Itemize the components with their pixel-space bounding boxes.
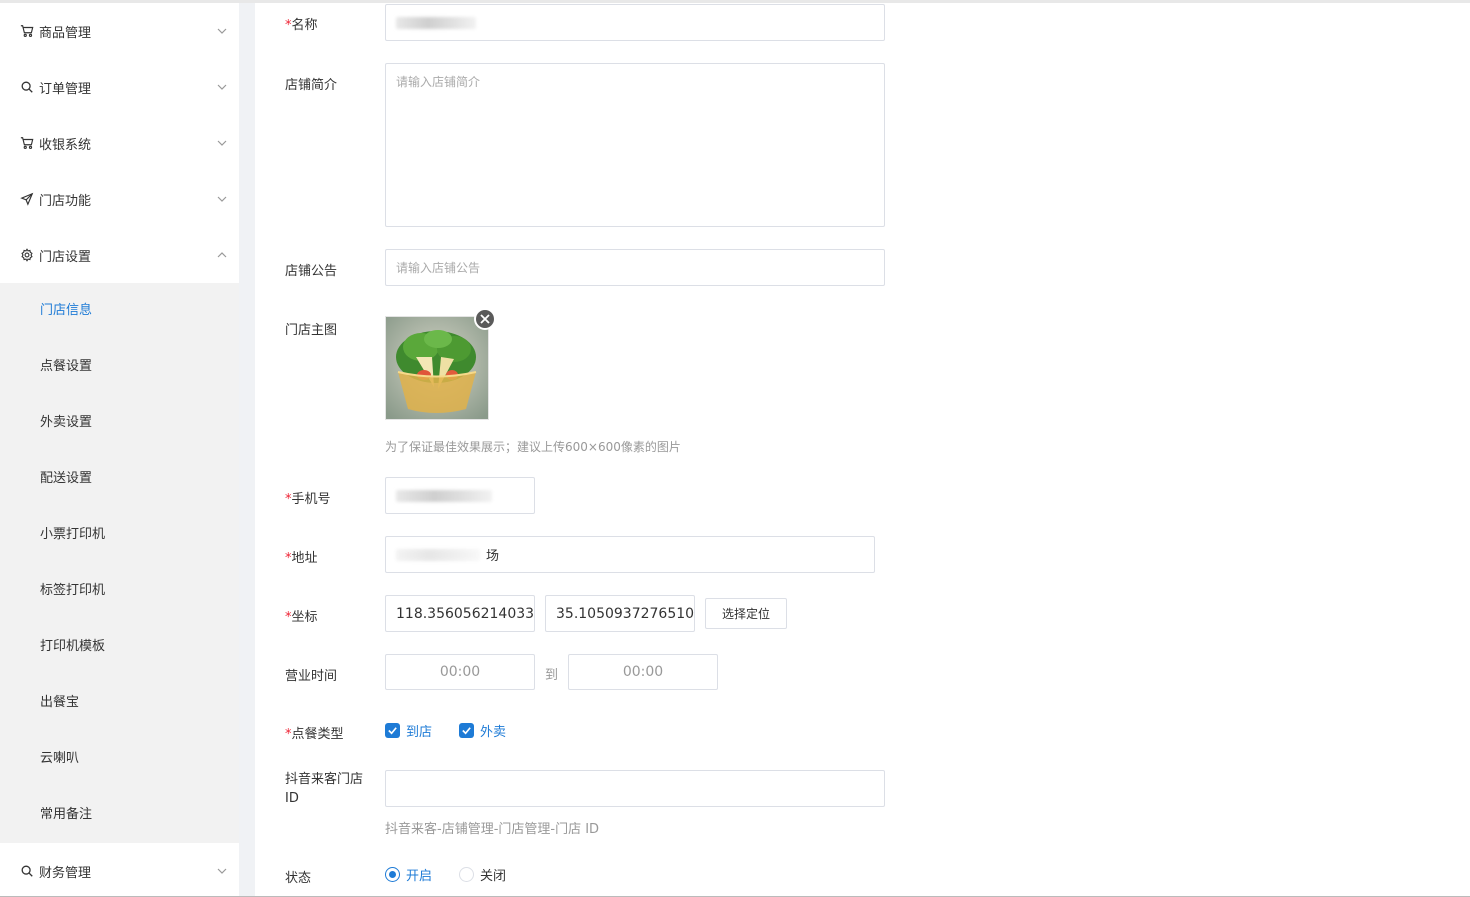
close-icon bbox=[480, 314, 490, 324]
end-time-input[interactable]: 00:00 bbox=[568, 654, 718, 690]
douyin-id-label: 抖音来客门店ID bbox=[285, 772, 364, 806]
store-main-image[interactable] bbox=[385, 316, 489, 420]
gear-icon bbox=[20, 248, 34, 262]
chevron-down-icon bbox=[217, 82, 227, 92]
name-input[interactable] bbox=[385, 4, 885, 41]
douyin-id-hint: 抖音来客-店铺管理-门店管理-门店 ID bbox=[385, 822, 600, 837]
store-settings-submenu: 门店信息 点餐设置 外卖设置 配送设置 小票打印机 标签打印机 打印机模板 出餐… bbox=[0, 283, 239, 843]
coords-label: *坐标 bbox=[285, 610, 318, 625]
menu-cashier[interactable]: 收银系统 bbox=[0, 115, 239, 171]
search-icon bbox=[20, 80, 34, 94]
chevron-up-icon bbox=[217, 250, 227, 260]
notice-label: 店铺公告 bbox=[285, 264, 338, 279]
blurred-value bbox=[396, 16, 476, 29]
submenu-order-settings[interactable]: 点餐设置 bbox=[0, 339, 239, 395]
image-size-hint: 为了保证最佳效果展示；建议上传600×600像素的图片 bbox=[385, 440, 681, 454]
phone-label: *手机号 bbox=[285, 492, 331, 507]
menu-store-functions-label: 门店功能 bbox=[39, 193, 92, 209]
latitude-input[interactable]: 35.1050937276510 bbox=[545, 595, 695, 632]
blurred-value bbox=[396, 548, 480, 561]
name-label: *名称 bbox=[285, 18, 318, 33]
menu-goods[interactable]: 商品管理 bbox=[0, 3, 239, 59]
menu-goods-label: 商品管理 bbox=[39, 25, 92, 41]
menu-store-settings-label: 门店设置 bbox=[39, 249, 92, 265]
longitude-input[interactable]: 118.356056214033 bbox=[385, 595, 535, 632]
checkmark-icon bbox=[459, 723, 474, 738]
order-type-label: *点餐类型 bbox=[285, 727, 344, 742]
submenu-common-notes[interactable]: 常用备注 bbox=[0, 787, 239, 843]
notice-input[interactable]: 请输入店铺公告 bbox=[385, 249, 885, 286]
checkmark-icon bbox=[385, 723, 400, 738]
cart-icon bbox=[20, 136, 34, 150]
douyin-id-input[interactable] bbox=[385, 770, 885, 807]
hours-label: 营业时间 bbox=[285, 669, 338, 684]
address-label: *地址 bbox=[285, 551, 318, 566]
submenu-receipt-printer[interactable]: 小票打印机 bbox=[0, 507, 239, 563]
chevron-down-icon bbox=[217, 866, 227, 876]
menu-store-functions[interactable]: 门店功能 bbox=[0, 171, 239, 227]
start-time-input[interactable]: 00:00 bbox=[385, 654, 535, 690]
remove-image-button[interactable] bbox=[474, 308, 496, 330]
main-image-label: 门店主图 bbox=[285, 323, 338, 338]
submenu-delivery-settings[interactable]: 配送设置 bbox=[0, 451, 239, 507]
submenu-store-info[interactable]: 门店信息 bbox=[0, 283, 239, 339]
store-info-form: *名称 店铺简介 请输入店铺简介 店铺公告 请输入店铺公告 门店主图 为了保证最… bbox=[255, 3, 1470, 897]
submenu-cloud-speaker[interactable]: 云喇叭 bbox=[0, 731, 239, 787]
submenu-takeout-settings[interactable]: 外卖设置 bbox=[0, 395, 239, 451]
address-input[interactable]: 场 bbox=[385, 536, 875, 573]
hours-separator: 到 bbox=[545, 668, 559, 683]
send-icon bbox=[20, 192, 34, 206]
menu-finance[interactable]: 财务管理 bbox=[0, 843, 239, 897]
address-value-tail: 场 bbox=[486, 549, 500, 564]
submenu-meal-ready[interactable]: 出餐宝 bbox=[0, 675, 239, 731]
sidebar: 商品管理 订单管理 收银系统 门店功能 门店设置 门店信息 点餐设置 外卖设置 … bbox=[0, 3, 239, 897]
menu-store-settings[interactable]: 门店设置 bbox=[0, 227, 239, 283]
select-location-button[interactable]: 选择定位 bbox=[705, 598, 787, 629]
menu-finance-label: 财务管理 bbox=[39, 865, 92, 881]
submenu-printer-template[interactable]: 打印机模板 bbox=[0, 619, 239, 675]
blurred-value bbox=[396, 489, 492, 502]
chevron-down-icon bbox=[217, 138, 227, 148]
menu-cashier-label: 收银系统 bbox=[39, 137, 92, 153]
status-off-radio[interactable]: 关闭 bbox=[459, 865, 506, 884]
intro-textarea[interactable]: 请输入店铺简介 bbox=[385, 63, 885, 227]
menu-orders[interactable]: 订单管理 bbox=[0, 59, 239, 115]
submenu-label-printer[interactable]: 标签打印机 bbox=[0, 563, 239, 619]
status-on-radio[interactable]: 开启 bbox=[385, 865, 432, 884]
chevron-down-icon bbox=[217, 26, 227, 36]
salad-image bbox=[386, 317, 488, 419]
cart-icon bbox=[20, 24, 34, 38]
order-type-dine-in-checkbox[interactable]: 到店 bbox=[385, 721, 432, 740]
phone-input[interactable] bbox=[385, 477, 535, 514]
order-type-takeout-checkbox[interactable]: 外卖 bbox=[459, 721, 506, 740]
menu-orders-label: 订单管理 bbox=[39, 81, 92, 97]
status-label: 状态 bbox=[285, 871, 312, 886]
intro-label: 店铺简介 bbox=[285, 78, 338, 93]
search-icon bbox=[20, 864, 34, 878]
chevron-down-icon bbox=[217, 194, 227, 204]
